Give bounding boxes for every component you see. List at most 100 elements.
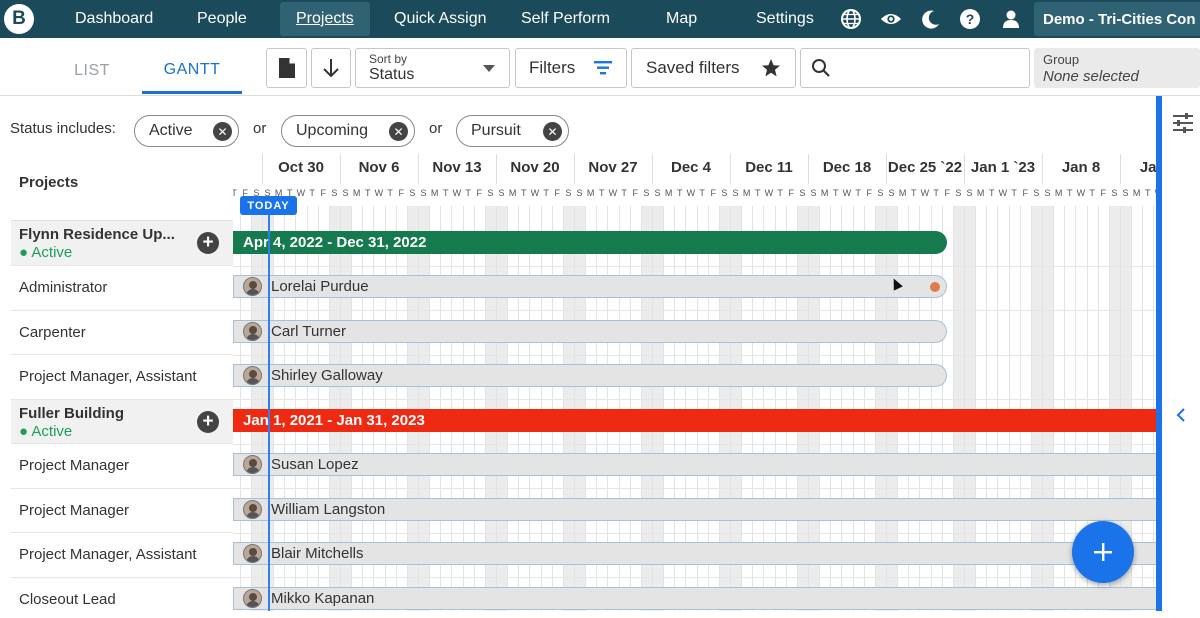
person-name: Lorelai Purdue	[271, 278, 369, 295]
role-label: Carpenter	[19, 324, 86, 341]
project-name[interactable]: Flynn Residence Up...	[19, 226, 175, 243]
filters-button[interactable]: Filters	[515, 48, 627, 88]
tab-list[interactable]: LIST	[42, 48, 142, 94]
day-letter: F	[476, 188, 482, 198]
assignment-row[interactable]: Project Manager	[11, 489, 233, 533]
day-letter: S	[643, 188, 650, 198]
sliders-settings-icon[interactable]	[1172, 112, 1194, 134]
chip-upcoming[interactable]: Upcoming ✕	[281, 115, 415, 147]
assignment-bar[interactable]: Lorelai Purdue	[233, 275, 947, 298]
day-letter: W	[374, 188, 384, 198]
project-name[interactable]: Fuller Building	[19, 405, 124, 422]
nav-projects[interactable]: Projects	[280, 2, 370, 36]
add-assignment-icon[interactable]: +	[197, 411, 219, 433]
help-icon[interactable]: ?	[959, 8, 981, 30]
assignment-row[interactable]: Project Manager	[11, 444, 233, 489]
add-assignment-icon[interactable]: +	[197, 232, 219, 254]
or-label: or	[253, 120, 267, 137]
day-letter: T	[309, 188, 315, 198]
plus-icon	[1094, 543, 1112, 561]
nav-quick-assign[interactable]: Quick Assign	[394, 0, 486, 38]
chevron-left-icon[interactable]	[1176, 407, 1186, 423]
day-letter: M	[898, 188, 907, 198]
search-input[interactable]	[800, 48, 1030, 88]
avatar	[243, 544, 262, 563]
assignment-bar[interactable]: Susan Lopez	[233, 453, 1156, 476]
assignment-bar[interactable]: Mikko Kapanan	[233, 587, 1156, 610]
day-letter: S	[877, 188, 884, 198]
row-gridline	[233, 533, 1156, 534]
company-selector[interactable]: Demo - Tri-Cities Con	[1034, 2, 1200, 36]
sort-direction-button[interactable]	[311, 48, 351, 88]
day-letter: W	[998, 188, 1008, 198]
week-label: 23	[233, 159, 262, 181]
day-letter: W	[842, 188, 852, 198]
user-account-icon[interactable]	[1000, 8, 1022, 30]
group-select[interactable]: Group None selected	[1034, 48, 1200, 88]
week-label: Dec 11	[745, 159, 793, 176]
week-label: Nov 27	[588, 159, 638, 176]
day-letter: M	[664, 188, 673, 198]
add-project-fab-button[interactable]	[1072, 521, 1134, 583]
nav-settings[interactable]: Settings	[756, 0, 814, 38]
search-icon	[812, 59, 830, 77]
eye-icon[interactable]	[880, 8, 902, 30]
day-letter: M	[1132, 188, 1141, 198]
assignment-bar[interactable]: Carl Turner	[233, 320, 947, 343]
day-letter: T	[443, 188, 449, 198]
project-status: ● Active	[19, 244, 73, 261]
day-letter: S	[721, 188, 728, 198]
assignment-row[interactable]: Project Manager, Assistant	[11, 355, 233, 400]
today-badge[interactable]: TODAY	[240, 196, 297, 215]
nav-map[interactable]: Map	[666, 0, 697, 38]
assignment-bar[interactable]: William Langston	[233, 498, 1156, 521]
nav-dashboard[interactable]: Dashboard	[75, 0, 153, 38]
avatar	[243, 455, 262, 474]
sort-by-select[interactable]: Sort by Status	[355, 48, 510, 88]
app-logo[interactable]: B	[4, 4, 34, 34]
day-letter: T	[365, 188, 371, 198]
project-bar[interactable]: Apr 4, 2022 - Dec 31, 2022	[233, 231, 947, 254]
assignment-bar[interactable]: Shirley Galloway	[233, 364, 947, 387]
or-label: or	[429, 120, 443, 137]
project-row[interactable]: Fuller Building ● Active +	[11, 400, 233, 444]
day-letter: T	[599, 188, 605, 198]
chip-pursuit[interactable]: Pursuit ✕	[456, 115, 569, 147]
day-letter: F	[944, 188, 950, 198]
day-letter: S	[732, 188, 739, 198]
role-label: Project Manager	[19, 502, 130, 519]
project-bar[interactable]: Jan 1, 2021 - Jan 31, 2023	[233, 409, 1156, 432]
nav-people[interactable]: People	[197, 0, 247, 38]
row-gridline	[233, 355, 1156, 356]
day-letter: T	[1145, 188, 1151, 198]
sort-by-label: Sort by	[369, 52, 408, 66]
chip-active[interactable]: Active ✕	[134, 115, 239, 147]
assignment-row[interactable]: Administrator	[11, 266, 233, 311]
dark-mode-moon-icon[interactable]	[920, 8, 942, 30]
globe-icon[interactable]	[840, 8, 862, 30]
week-label: Jan 1	[1139, 159, 1156, 176]
saved-filters-label: Saved filters	[646, 58, 740, 77]
day-letter: M	[742, 188, 751, 198]
saved-filters-button[interactable]: Saved filters	[631, 48, 796, 88]
chip-active-label: Active	[149, 122, 193, 139]
remove-chip-icon[interactable]: ✕	[543, 122, 562, 141]
week-label: Nov 6	[358, 159, 400, 176]
avatar	[243, 277, 262, 296]
nav-self-perform[interactable]: Self Perform	[521, 0, 610, 38]
remove-chip-icon[interactable]: ✕	[389, 122, 408, 141]
row-gridline	[233, 444, 1156, 445]
assignment-row[interactable]: Carpenter	[11, 311, 233, 355]
day-letter: W	[1076, 188, 1086, 198]
day-letter: W	[920, 188, 930, 198]
day-letter: W	[296, 188, 306, 198]
tab-gantt[interactable]: GANTT	[142, 48, 242, 94]
assignment-row[interactable]: Closeout Lead	[11, 578, 233, 618]
assignment-row[interactable]: Project Manager, Assistant	[11, 533, 233, 578]
export-document-button[interactable]	[266, 48, 307, 88]
project-row[interactable]: Flynn Residence Up... ● Active +	[11, 221, 233, 266]
remove-chip-icon[interactable]: ✕	[213, 122, 232, 141]
day-letter: S	[955, 188, 962, 198]
role-label: Project Manager, Assistant	[19, 546, 197, 563]
assignment-bar[interactable]: Blair Mitchells	[233, 542, 1156, 565]
